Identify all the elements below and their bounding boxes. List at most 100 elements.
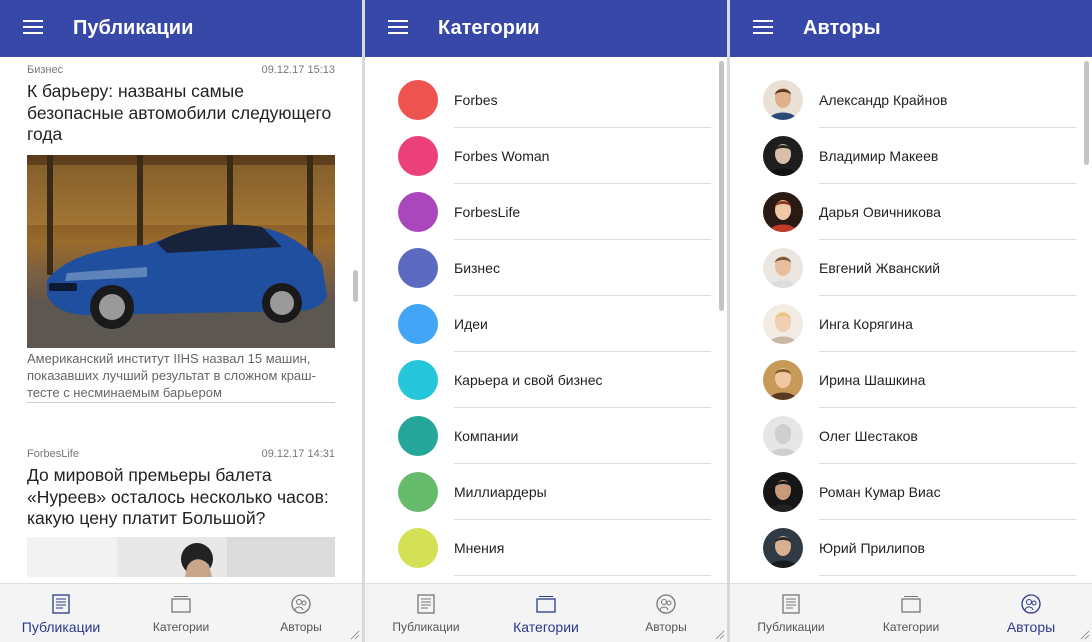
category-name: Бизнес <box>454 260 500 276</box>
scrollbar[interactable] <box>719 61 724 311</box>
author-list-item[interactable]: Роман Кумар Виас <box>730 464 1092 520</box>
tab-label: Публикации <box>21 619 101 635</box>
tab-publications[interactable]: Публикации <box>366 584 486 642</box>
authors-panel: Авторы Александр Крайнов Владимир Макеев Д… <box>730 0 1092 642</box>
article-description: Американский институт IIHS назвал 15 маш… <box>27 350 335 403</box>
page-title: Публикации <box>73 17 194 39</box>
authors-list[interactable]: Александр Крайнов Владимир Макеев Дарья Ов… <box>730 57 1092 584</box>
author-name: Инга Корягина <box>819 316 913 332</box>
menu-icon[interactable] <box>388 20 408 36</box>
categories-panel: Категории Forbes Forbes Woman ForbesLife Би… <box>365 0 727 642</box>
category-color-dot <box>398 248 438 288</box>
tab-publications[interactable]: Публикации <box>1 584 121 642</box>
article-card[interactable]: Бизнес 09.12.17 15:13 К барьеру: названы… <box>27 64 335 403</box>
category-list-item[interactable]: ForbesLife <box>365 184 727 240</box>
menu-icon[interactable] <box>753 20 773 36</box>
category-list-item[interactable]: Бизнес <box>365 240 727 296</box>
author-list-item[interactable]: Юрий Прилипов <box>730 520 1092 576</box>
avatar <box>763 416 803 456</box>
author-name: Александр Крайнов <box>819 92 948 108</box>
avatar <box>763 528 803 568</box>
scrollbar[interactable] <box>353 270 358 302</box>
scrollbar[interactable] <box>1084 61 1089 165</box>
bottom-navigation: Публикации Категории Авторы <box>365 583 727 642</box>
tab-label: Авторы <box>1006 619 1056 635</box>
article-title[interactable]: До мировой премьеры балета «Нуреев» оста… <box>27 465 335 530</box>
article-card[interactable]: ForbesLife 09.12.17 14:31 До мировой пре… <box>27 448 335 577</box>
tab-label: Категории <box>152 620 210 634</box>
tab-categories[interactable]: Категории <box>851 584 971 642</box>
categories-icon <box>900 594 922 614</box>
author-list-item[interactable]: Евгений Жванский <box>730 240 1092 296</box>
tab-authors[interactable]: Авторы <box>971 584 1091 642</box>
author-name: Юрий Прилипов <box>819 540 925 556</box>
publications-list[interactable]: Бизнес 09.12.17 15:13 К барьеру: названы… <box>0 57 362 584</box>
tab-label: Категории <box>513 619 579 635</box>
publications-icon <box>780 594 802 614</box>
author-name: Олег Шестаков <box>819 428 918 444</box>
avatar <box>763 304 803 344</box>
category-list-item[interactable]: Идеи <box>365 296 727 352</box>
author-name: Дарья Овичникова <box>819 204 941 220</box>
article-date: 09.12.17 14:31 <box>261 448 335 460</box>
tab-categories[interactable]: Категории <box>121 584 241 642</box>
avatar <box>763 360 803 400</box>
authors-icon <box>290 594 312 614</box>
category-color-dot <box>398 136 438 176</box>
author-list-item[interactable]: Дарья Овичникова <box>730 184 1092 240</box>
category-list-item[interactable]: Forbes <box>365 72 727 128</box>
categories-icon <box>170 594 192 614</box>
resize-grip-icon[interactable] <box>350 630 360 640</box>
tab-label: Авторы <box>645 620 687 634</box>
article-image[interactable] <box>27 536 335 577</box>
category-list-item[interactable]: Компании <box>365 408 727 464</box>
author-list-item[interactable]: Александр Крайнов <box>730 72 1092 128</box>
author-list-item[interactable]: Ирина Шашкина <box>730 352 1092 408</box>
tab-authors[interactable]: Авторы <box>241 584 361 642</box>
author-list-item[interactable]: Владимир Макеев <box>730 128 1092 184</box>
article-date: 09.12.17 15:13 <box>261 64 335 76</box>
author-list-item[interactable]: Инга Корягина <box>730 296 1092 352</box>
category-color-dot <box>398 192 438 232</box>
menu-icon[interactable] <box>23 20 43 36</box>
author-name: Евгений Жванский <box>819 260 941 276</box>
avatar <box>763 472 803 512</box>
category-list-item[interactable]: Карьера и свой бизнес <box>365 352 727 408</box>
category-list-item[interactable]: Мнения <box>365 520 727 576</box>
category-name: Мнения <box>454 540 505 556</box>
category-color-dot <box>398 360 438 400</box>
category-name: ForbesLife <box>454 204 521 220</box>
categories-list[interactable]: Forbes Forbes Woman ForbesLife Бизнес Идеи Ка… <box>365 57 727 584</box>
category-name: Карьера и свой бизнес <box>454 372 603 388</box>
avatar <box>763 192 803 232</box>
author-name: Ирина Шашкина <box>819 372 926 388</box>
category-name: Идеи <box>454 316 488 332</box>
publications-icon <box>50 594 72 614</box>
avatar <box>763 136 803 176</box>
bottom-navigation: Публикации Категории Авторы <box>730 583 1092 642</box>
category-color-dot <box>398 80 438 120</box>
article-image[interactable] <box>27 154 335 348</box>
tab-authors[interactable]: Авторы <box>606 584 726 642</box>
resize-grip-icon[interactable] <box>1080 630 1090 640</box>
page-title: Категории <box>438 17 540 39</box>
article-title[interactable]: К барьеру: названы самые безопасные авто… <box>27 81 335 146</box>
author-list-item[interactable]: Олег Шестаков <box>730 408 1092 464</box>
category-color-dot <box>398 472 438 512</box>
tab-publications[interactable]: Публикации <box>731 584 851 642</box>
author-name: Роман Кумар Виас <box>819 484 941 500</box>
tab-label: Публикации <box>392 620 460 634</box>
category-color-dot <box>398 304 438 344</box>
avatar <box>763 80 803 120</box>
resize-grip-icon[interactable] <box>715 630 725 640</box>
app-bar: Публикации <box>0 0 362 57</box>
tab-categories[interactable]: Категории <box>486 584 606 642</box>
category-list-item[interactable]: Миллиардеры <box>365 464 727 520</box>
category-name: Компании <box>454 428 519 444</box>
article-category: ForbesLife <box>27 448 79 460</box>
avatar <box>763 248 803 288</box>
category-list-item[interactable]: Forbes Woman <box>365 128 727 184</box>
category-color-dot <box>398 416 438 456</box>
tab-label: Категории <box>882 620 940 634</box>
categories-icon <box>535 594 557 614</box>
